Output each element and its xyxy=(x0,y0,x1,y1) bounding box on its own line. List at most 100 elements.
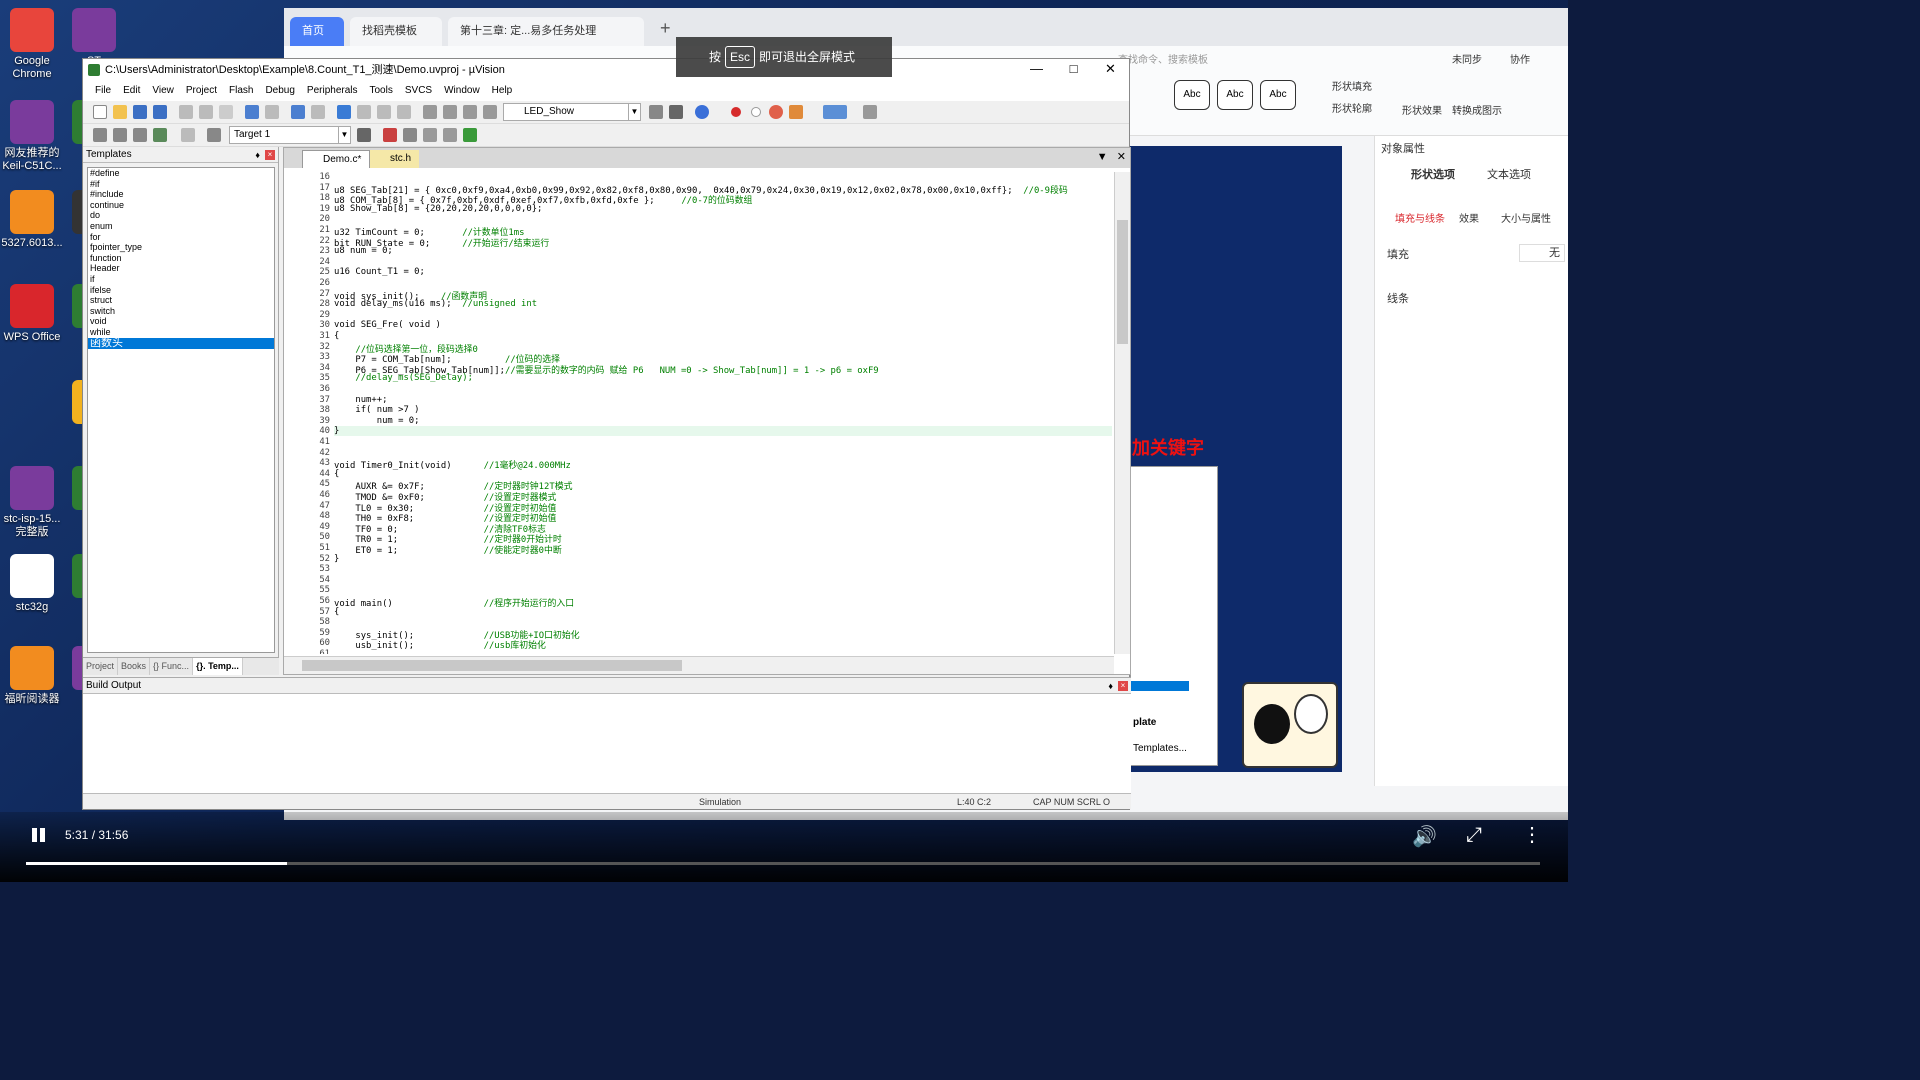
bookmark-next-icon[interactable] xyxy=(377,105,391,119)
wps-shape-style-3[interactable]: Abc xyxy=(1260,80,1296,110)
template-item[interactable]: function xyxy=(88,253,274,264)
wps-shape-style-2[interactable]: Abc xyxy=(1217,80,1253,110)
config-icon[interactable] xyxy=(669,105,683,119)
template-item[interactable]: Header xyxy=(88,263,274,274)
desktop-icon[interactable]: stc-isp-15... 完整版 xyxy=(0,466,64,539)
close-icon[interactable]: ✕ xyxy=(1117,151,1126,163)
exit-fullscreen-icon[interactable]: ⤢ xyxy=(1466,824,1482,847)
props-fill-value[interactable]: 无 xyxy=(1519,244,1565,262)
undo-icon[interactable] xyxy=(245,105,259,119)
close-icon[interactable]: × xyxy=(1118,681,1128,691)
wps-collab-button[interactable]: 协作 xyxy=(1510,51,1530,66)
template-item[interactable]: #if xyxy=(88,179,274,190)
wps-shape-fill[interactable]: 形状填充 xyxy=(1332,78,1372,93)
debug-icon[interactable] xyxy=(695,105,709,119)
cut-icon[interactable] xyxy=(179,105,193,119)
comment-icon[interactable] xyxy=(463,105,477,119)
template-item[interactable]: enum xyxy=(88,221,274,232)
find-icon[interactable] xyxy=(649,105,663,119)
select-pack-icon[interactable] xyxy=(463,128,477,142)
tools-icon[interactable] xyxy=(863,105,877,119)
video-progress-bar[interactable] xyxy=(26,862,1540,865)
editor-tab-stc-h[interactable]: stc.h xyxy=(370,150,420,168)
pin-icon[interactable]: ♦ xyxy=(255,147,260,163)
template-item[interactable]: while xyxy=(88,327,274,338)
open-file-icon[interactable] xyxy=(113,105,127,119)
props-fill-label[interactable]: 填充 xyxy=(1387,246,1409,262)
props-line-label[interactable]: 线条 xyxy=(1387,290,1409,306)
wps-convert-diagram[interactable]: 转换成图示 xyxy=(1452,102,1502,117)
translate-icon[interactable] xyxy=(93,128,107,142)
indent-icon[interactable] xyxy=(423,105,437,119)
nav-back-icon[interactable] xyxy=(291,105,305,119)
pack-installer-icon[interactable] xyxy=(443,128,457,142)
disable-breakpoint-icon[interactable] xyxy=(751,107,761,117)
horizontal-scroll-thumb[interactable] xyxy=(302,660,682,671)
desktop-icon[interactable]: stc32g xyxy=(0,554,64,614)
panel-tab[interactable]: {} Func... xyxy=(150,658,194,675)
props-effect-tab[interactable]: 效果 xyxy=(1459,210,1479,225)
breakpoint-icon[interactable] xyxy=(731,107,741,117)
tab-list-icon[interactable]: ▼ xyxy=(1097,151,1108,163)
template-item[interactable]: 函数头 xyxy=(88,337,274,349)
wps-new-tab-icon[interactable]: + xyxy=(660,18,671,39)
save-all-icon[interactable] xyxy=(153,105,167,119)
panel-tab[interactable]: {}. Temp... xyxy=(193,658,243,675)
wps-search-box[interactable]: 查找命令、搜索模板 xyxy=(1118,51,1208,66)
volume-icon[interactable]: 🔊 xyxy=(1412,824,1437,849)
template-item[interactable]: for xyxy=(88,232,274,243)
redo-icon[interactable] xyxy=(265,105,279,119)
menu-project[interactable]: Project xyxy=(180,81,223,101)
horizontal-scrollbar[interactable] xyxy=(284,656,1114,674)
code-area[interactable]: 16 17 u8 SEG_Tab[21] = { 0xc0,0xf9,0xa4,0x… xyxy=(286,172,1112,654)
bookmark-clear-icon[interactable] xyxy=(397,105,411,119)
bookmark-prev-icon[interactable] xyxy=(357,105,371,119)
clear-breakpoints-icon[interactable] xyxy=(769,105,783,119)
props-fill-line-tab[interactable]: 填充与线条 xyxy=(1395,210,1445,225)
props-size-tab[interactable]: 大小与属性 xyxy=(1501,210,1551,225)
menu-peripherals[interactable]: Peripherals xyxy=(301,81,364,101)
wps-shape-effect[interactable]: 形状效果 xyxy=(1402,102,1442,117)
template-item[interactable]: ifelse xyxy=(88,285,274,296)
copy-icon[interactable] xyxy=(199,105,213,119)
download-icon[interactable] xyxy=(207,128,221,142)
vertical-scroll-thumb[interactable] xyxy=(1117,220,1128,344)
target-select[interactable]: Target 1 ▼ xyxy=(229,126,351,144)
rebuild-icon[interactable] xyxy=(133,128,147,142)
template-item[interactable]: #define xyxy=(88,168,274,179)
menu-file[interactable]: File xyxy=(89,81,117,101)
desktop-icon[interactable]: 福昕阅读器 xyxy=(0,646,64,706)
menu-flash[interactable]: Flash xyxy=(223,81,259,101)
maximize-icon[interactable]: □ xyxy=(1055,59,1092,81)
vertical-scrollbar[interactable] xyxy=(1114,172,1130,654)
close-icon[interactable]: ✕ xyxy=(1092,59,1129,81)
find-combo[interactable]: LED_Show ▼ xyxy=(503,103,641,121)
run-time-env-icon[interactable] xyxy=(423,128,437,142)
desktop-icon[interactable]: Google Chrome xyxy=(0,8,64,81)
build-icon[interactable] xyxy=(113,128,127,142)
more-options-icon[interactable]: ⋮ xyxy=(1522,822,1542,847)
desktop-icon[interactable]: 5327.6013... xyxy=(0,190,64,250)
outdent-icon[interactable] xyxy=(443,105,457,119)
template-item[interactable]: fpointer_type xyxy=(88,242,274,253)
wps-float-item[interactable]: Templates... xyxy=(1133,743,1187,754)
template-item[interactable]: switch xyxy=(88,306,274,317)
file-extensions-icon[interactable] xyxy=(403,128,417,142)
template-item[interactable]: struct xyxy=(88,295,274,306)
wps-float-item[interactable]: plate xyxy=(1133,717,1156,728)
paste-icon[interactable] xyxy=(219,105,233,119)
bookmark-icon[interactable] xyxy=(337,105,351,119)
menu-view[interactable]: View xyxy=(146,81,180,101)
template-item[interactable]: if xyxy=(88,274,274,285)
wps-shape-style-1[interactable]: Abc xyxy=(1174,80,1210,110)
menu-tools[interactable]: Tools xyxy=(364,81,399,101)
nav-forward-icon[interactable] xyxy=(311,105,325,119)
uncomment-icon[interactable] xyxy=(483,105,497,119)
desktop-icon[interactable]: 网友推荐的 Keil-C51C... xyxy=(0,100,64,173)
wps-tab-document[interactable]: 第十三章: 定...易多任务处理 xyxy=(448,17,644,46)
batch-build-icon[interactable] xyxy=(153,128,167,142)
desktop-icon[interactable]: WPS Office xyxy=(0,284,64,344)
save-icon[interactable] xyxy=(133,105,147,119)
pause-icon[interactable] xyxy=(30,826,48,844)
props-tab-shape[interactable]: 形状选项 xyxy=(1411,166,1455,182)
